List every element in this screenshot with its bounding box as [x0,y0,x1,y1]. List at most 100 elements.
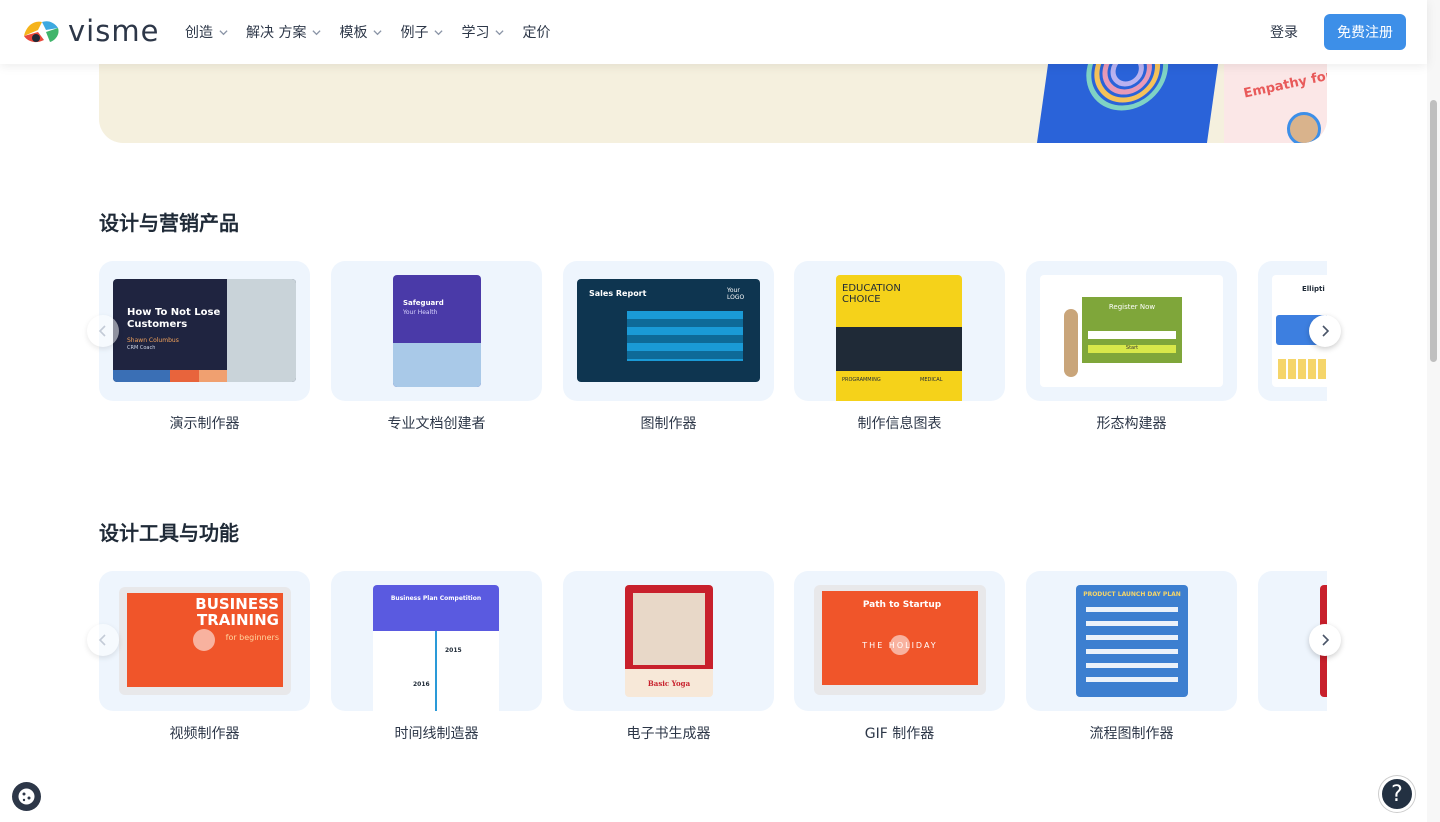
preview-title: EDUCATION CHOICE [842,283,901,305]
card-thumbnail: How To Not Lose Customers Shawn Columbus… [99,261,310,401]
card-label: 流程图制作器 [1089,726,1174,742]
preview-title: Register Now [1108,303,1156,311]
nav-item-label: 创造 [185,25,213,41]
preview-title: BUSINESS TRAINING [195,595,279,629]
nav-item-label: 学习 [461,25,490,41]
card-label: 电子书生成器 [626,726,711,742]
chevron-down-icon [495,29,505,35]
nav-item-label: 定价 [522,25,551,41]
card-thumbnail: Business Plan Competition 2015 2016 [331,571,542,711]
preview-title: Path to Startup [862,600,942,610]
nav-item-learn[interactable]: 学习 [461,22,505,42]
section-title: 设计工具与功能 [99,521,239,545]
preview-caption: MEDICAL [920,377,943,383]
preview-subtitle: for beginners [225,633,279,642]
preview-subtitle: PROGRAMMING [842,377,881,383]
chevron-down-icon [373,29,383,35]
card-thumbnail: Path to Startup THE HOLIDAY [794,571,1005,711]
ebook-preview: Basic Yoga [625,585,713,697]
preview-button: Start [1088,345,1176,353]
card-thumbnail: PRODUCT LAUNCH DAY PLAN [1026,571,1237,711]
preview-year: 2015 [445,647,462,654]
chevron-right-icon [1322,325,1330,337]
carousel-next-button[interactable] [1309,315,1341,347]
card-label: 专业文档创建者 [387,416,486,432]
visme-logo-icon [24,21,59,43]
nav-item-templates[interactable]: 模板 [339,22,383,42]
section-title: 设计与营销产品 [99,211,239,235]
preview-title: Basic Yoga [647,679,691,688]
preview-year: 2016 [413,681,430,688]
brand-name: visme [68,13,160,48]
cookie-settings-icon[interactable] [12,782,41,811]
product-card-documents[interactable]: Safeguard Your Health 专业文档创建者 [331,261,542,433]
tool-card-flowchart[interactable]: PRODUCT LAUNCH DAY PLAN 流程图制作器 [1026,571,1237,743]
preview-title: Business Plan Competition [390,595,482,602]
chevron-left-icon [98,634,106,646]
tool-card-timeline[interactable]: Business Plan Competition 2015 2016 时间线制… [331,571,542,743]
login-link[interactable]: 登录 [1270,22,1298,42]
card-label: GIF 制作器 [864,726,935,742]
card-thumbnail: Basic Yoga [563,571,774,711]
card-label: 形态构建器 [1096,416,1167,432]
chevron-right-icon [1322,634,1330,646]
card-label: 时间线制造器 [394,726,479,742]
cookie-icon [18,788,35,805]
main-menu: 创造 解决 方案 模板 例子 学习 定价 [185,0,550,64]
card-thumbnail: BUSINESS TRAINING for beginners [99,571,310,711]
product-card-charts[interactable]: Sales Report Your LOGO 图制作器 [563,261,774,433]
preview-subtitle: Shawn Columbus [127,337,179,344]
preview-title: Ellipti [1302,285,1325,293]
card-label: 视频制作器 [169,726,240,742]
card-thumbnail: Register Now Start [1026,261,1237,401]
card-label: 演示制作器 [169,416,240,432]
preview-logo: Your LOGO [727,287,745,301]
top-navigation: visme 创造 解决 方案 模板 例子 学习 定价 登录 免费注册 [0,0,1427,64]
chevron-left-icon [98,325,106,337]
nav-item-label: 解决 方案 [246,25,307,41]
carousel-prev-button[interactable] [87,624,119,656]
nav-item-label: 例子 [400,25,429,41]
play-icon [193,629,215,651]
nav-item-create[interactable]: 创造 [185,22,228,42]
signup-button[interactable]: 免费注册 [1324,14,1406,50]
card-thumbnail: Sales Report Your LOGO [563,261,774,401]
tool-card-gif[interactable]: Path to Startup THE HOLIDAY GIF 制作器 [794,571,1005,743]
carousel-prev-button[interactable] [87,315,119,347]
tool-card-video[interactable]: BUSINESS TRAINING for beginners 视频制作器 [99,571,310,743]
preview-title: PRODUCT LAUNCH DAY PLAN [1083,591,1181,598]
preview-title: How To Not Lose Customers [127,307,221,330]
visme-logo[interactable]: visme [20,16,159,46]
card-thumbnail: EDUCATION CHOICE PROGRAMMING MEDICAL [794,261,1005,401]
presentation-preview: How To Not Lose Customers Shawn Columbus… [113,279,296,382]
preview-subtitle: Your Health [403,309,438,316]
chart-preview: Sales Report Your LOGO [577,279,760,382]
page-scrollbar[interactable] [1427,0,1440,822]
chevron-down-icon [312,29,322,35]
help-button[interactable]: ? [1379,776,1415,812]
product-card-forms[interactable]: Register Now Start 形态构建器 [1026,261,1237,433]
tools-carousel: BUSINESS TRAINING for beginners 视频制作器 Bu… [99,571,1327,751]
video-preview: BUSINESS TRAINING for beginners [119,587,291,695]
product-card-presentation[interactable]: How To Not Lose Customers Shawn Columbus… [99,261,310,433]
nav-item-label: 模板 [339,25,368,41]
avatar [1287,112,1321,143]
nav-item-solutions[interactable]: 解决 方案 [246,22,322,42]
nav-item-examples[interactable]: 例子 [400,22,444,42]
product-carousel: How To Not Lose Customers Shawn Columbus… [99,261,1327,441]
scrollbar-thumb[interactable] [1430,100,1437,362]
play-icon [890,635,910,655]
card-label: 制作信息图表 [857,416,942,432]
form-preview: Register Now Start [1040,275,1223,387]
document-preview: Safeguard Your Health [393,275,481,387]
preview-caption: CRM Coach [127,345,156,351]
card-label: 图制作器 [640,416,697,432]
nav-item-pricing[interactable]: 定价 [522,22,550,42]
tool-card-ebook[interactable]: Basic Yoga 电子书生成器 [563,571,774,743]
infographic-preview: EDUCATION CHOICE PROGRAMMING MEDICAL [836,275,962,401]
preview-title: Sales Report [589,289,647,298]
card-thumbnail: Safeguard Your Health [331,261,542,401]
carousel-next-button[interactable] [1309,624,1341,656]
product-card-infographics[interactable]: EDUCATION CHOICE PROGRAMMING MEDICAL 制作信… [794,261,1005,433]
chevron-down-icon [434,29,444,35]
